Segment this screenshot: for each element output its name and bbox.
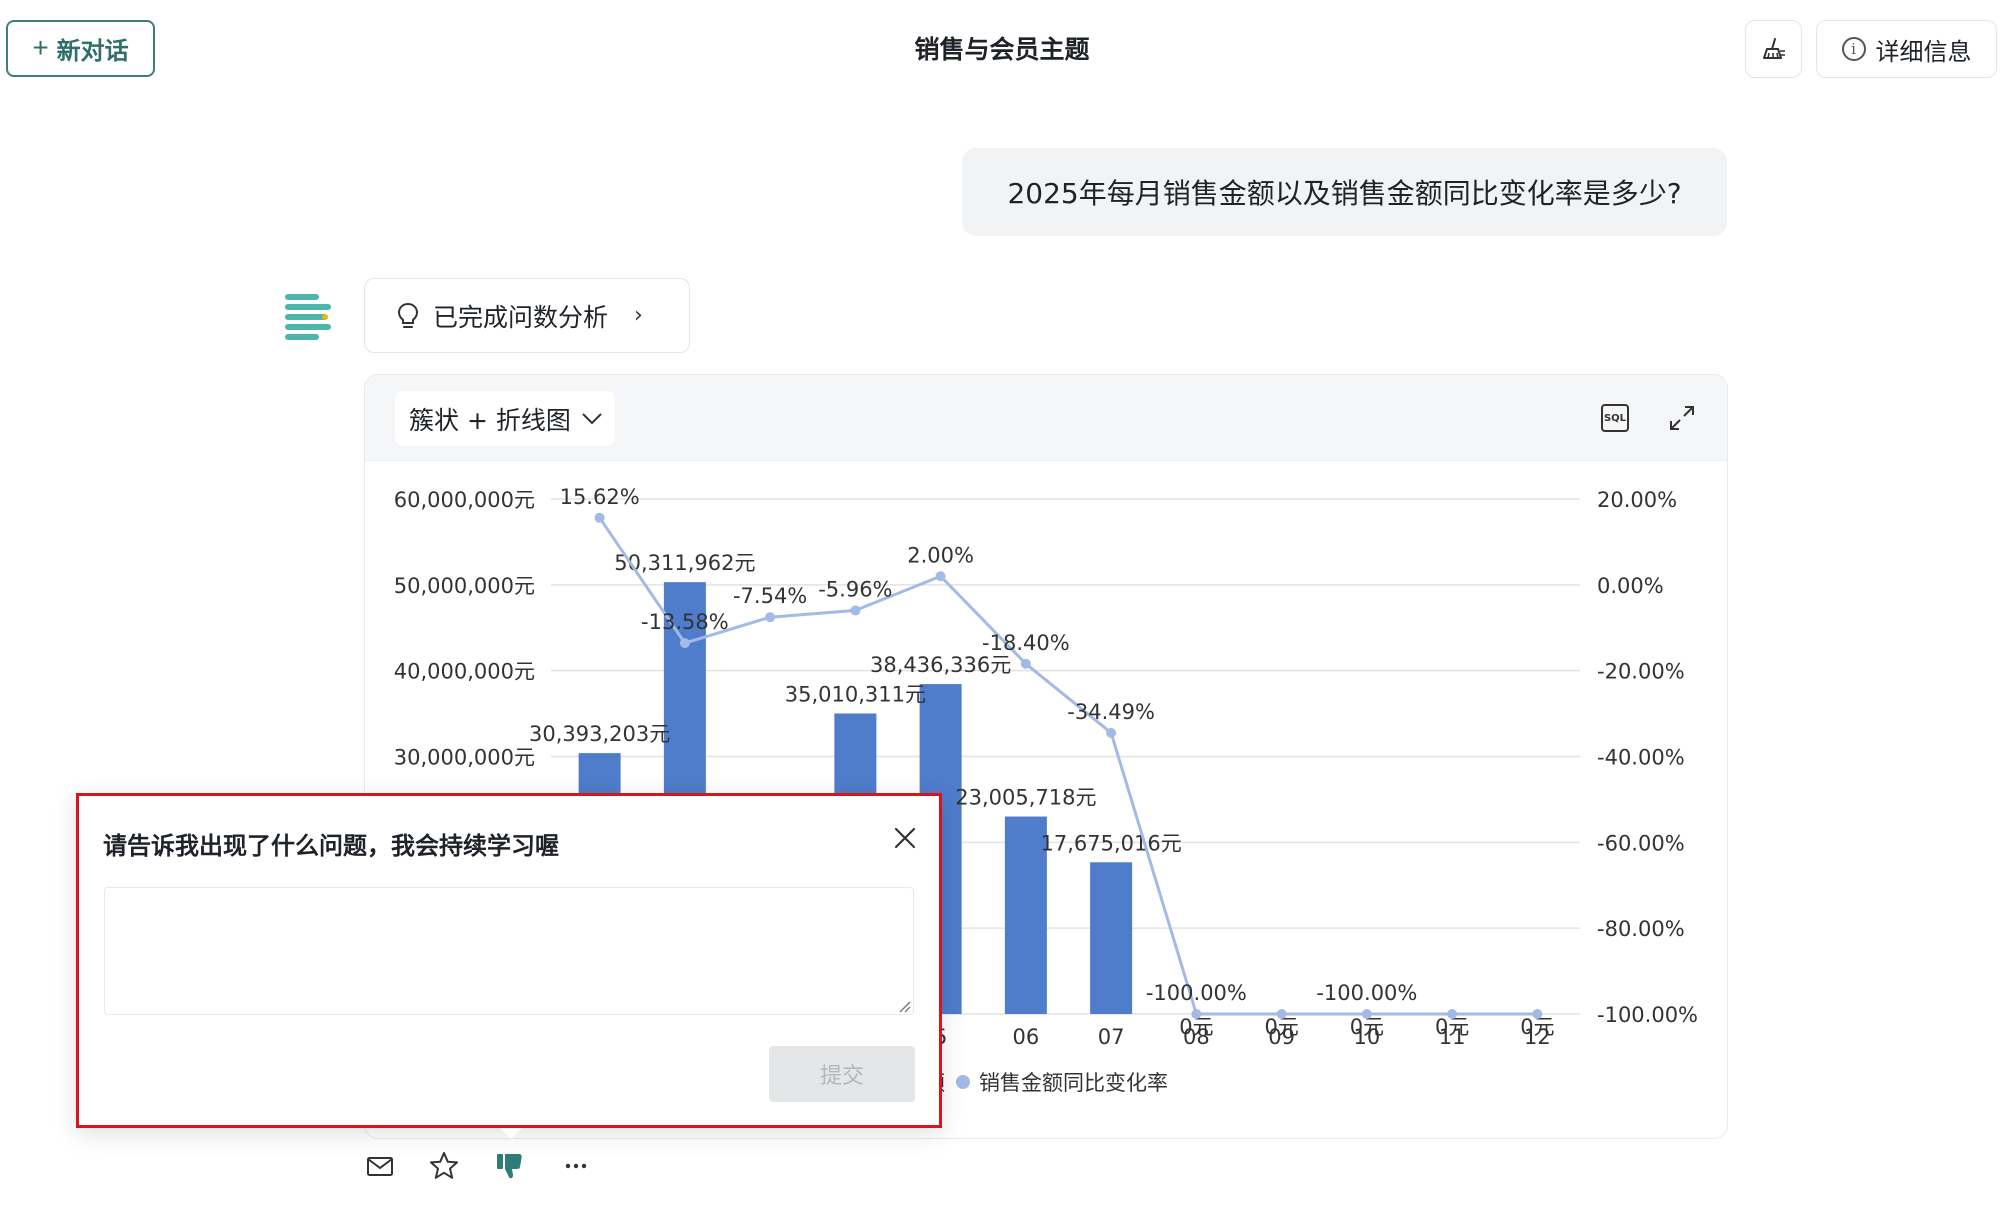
line-point-04 bbox=[850, 605, 861, 616]
clear-context-button[interactable] bbox=[1745, 20, 1802, 78]
lightbulb-icon bbox=[397, 302, 419, 328]
line-data-label: -100.00% bbox=[1146, 981, 1247, 1005]
y-left-tick-label: 50,000,000元 bbox=[394, 574, 535, 598]
y-right-tick-label: -100.00% bbox=[1597, 1003, 1698, 1027]
y-right-tick-label: -20.00% bbox=[1597, 660, 1685, 684]
detail-info-button[interactable]: i 详细信息 bbox=[1816, 20, 1997, 78]
bar-data-label: 30,393,203元 bbox=[529, 722, 670, 746]
user-question-text: 2025年每月销售金额以及销售金额同比变化率是多少? bbox=[1007, 177, 1682, 210]
bar-data-label: 35,010,311元 bbox=[785, 682, 926, 706]
thumbs-down-icon[interactable] bbox=[494, 1150, 526, 1182]
y-left-tick-label: 60,000,000元 bbox=[394, 488, 535, 512]
bar-data-label: 38,436,336元 bbox=[870, 653, 1011, 677]
info-icon: i bbox=[1841, 37, 1866, 61]
legend-marker-yoy bbox=[956, 1075, 970, 1089]
y-left-tick-label: 30,000,000元 bbox=[394, 746, 535, 770]
x-tick-label: 08 bbox=[1183, 1025, 1210, 1049]
x-tick-label: 11 bbox=[1439, 1025, 1466, 1049]
analysis-status-chip[interactable]: 已完成问数分析 › bbox=[364, 278, 690, 353]
user-message-bubble: 2025年每月销售金额以及销售金额同比变化率是多少? bbox=[962, 148, 1727, 236]
line-point-12 bbox=[1532, 1009, 1543, 1019]
x-tick-label: 07 bbox=[1098, 1025, 1125, 1049]
line-data-label: 15.62% bbox=[560, 485, 640, 509]
page-title: 销售与会员主题 bbox=[914, 35, 1090, 64]
y-right-tick-label: 0.00% bbox=[1597, 574, 1664, 598]
bar-sales-07 bbox=[1090, 862, 1133, 1014]
detail-info-label: 详细信息 bbox=[1875, 38, 1972, 66]
analysis-status-label: 已完成问数分析 bbox=[433, 302, 609, 332]
line-point-07 bbox=[1106, 727, 1117, 738]
more-icon[interactable] bbox=[560, 1150, 592, 1182]
legend-label-yoy: 销售金额同比变化率 bbox=[979, 1071, 1168, 1095]
line-data-label: -34.49% bbox=[1067, 700, 1155, 724]
line-point-01 bbox=[594, 512, 605, 523]
close-icon[interactable] bbox=[891, 824, 919, 852]
x-tick-label: 09 bbox=[1268, 1025, 1295, 1049]
line-point-09 bbox=[1276, 1009, 1287, 1019]
line-data-label: -5.96% bbox=[818, 577, 892, 601]
feedback-popup-title: 请告诉我出现了什么问题，我会持续学习喔 bbox=[103, 832, 559, 860]
line-point-03 bbox=[765, 612, 776, 623]
line-point-05 bbox=[935, 571, 946, 582]
y-right-tick-label: -80.00% bbox=[1597, 917, 1685, 941]
bar-data-label: 23,005,718元 bbox=[955, 786, 1096, 810]
line-point-02 bbox=[679, 638, 690, 649]
line-point-08 bbox=[1191, 1009, 1202, 1019]
feedback-submit-button[interactable]: 提交 bbox=[769, 1046, 915, 1102]
line-point-11 bbox=[1447, 1009, 1458, 1019]
feedback-textarea[interactable] bbox=[104, 887, 914, 1015]
y-right-tick-label: -40.00% bbox=[1597, 746, 1685, 770]
line-point-06 bbox=[1020, 658, 1031, 669]
bar-data-label: 17,675,016元 bbox=[1041, 831, 1182, 855]
assistant-logo-icon bbox=[285, 294, 331, 340]
resize-handle-icon[interactable] bbox=[897, 999, 911, 1013]
line-data-label: -13.58% bbox=[641, 610, 729, 634]
line-data-label: -18.40% bbox=[982, 631, 1070, 655]
line-data-label: -100.00% bbox=[1316, 981, 1417, 1005]
y-right-tick-label: -60.00% bbox=[1597, 831, 1685, 855]
line-data-label: -7.54% bbox=[733, 584, 807, 608]
chevron-right-icon: › bbox=[634, 303, 643, 328]
x-tick-label: 06 bbox=[1013, 1025, 1040, 1049]
line-point-10 bbox=[1361, 1009, 1372, 1019]
x-tick-label: 12 bbox=[1524, 1025, 1551, 1049]
star-icon[interactable] bbox=[428, 1150, 460, 1182]
y-right-tick-label: 20.00% bbox=[1597, 488, 1677, 512]
line-data-label: 2.00% bbox=[907, 543, 974, 567]
x-tick-label: 10 bbox=[1354, 1025, 1381, 1049]
popup-pointer-arrow bbox=[500, 1128, 522, 1139]
y-left-tick-label: 40,000,000元 bbox=[394, 660, 535, 684]
feedback-popup: 请告诉我出现了什么问题，我会持续学习喔 提交 bbox=[76, 793, 942, 1128]
broom-icon bbox=[1762, 38, 1785, 59]
mail-icon[interactable] bbox=[364, 1150, 396, 1182]
